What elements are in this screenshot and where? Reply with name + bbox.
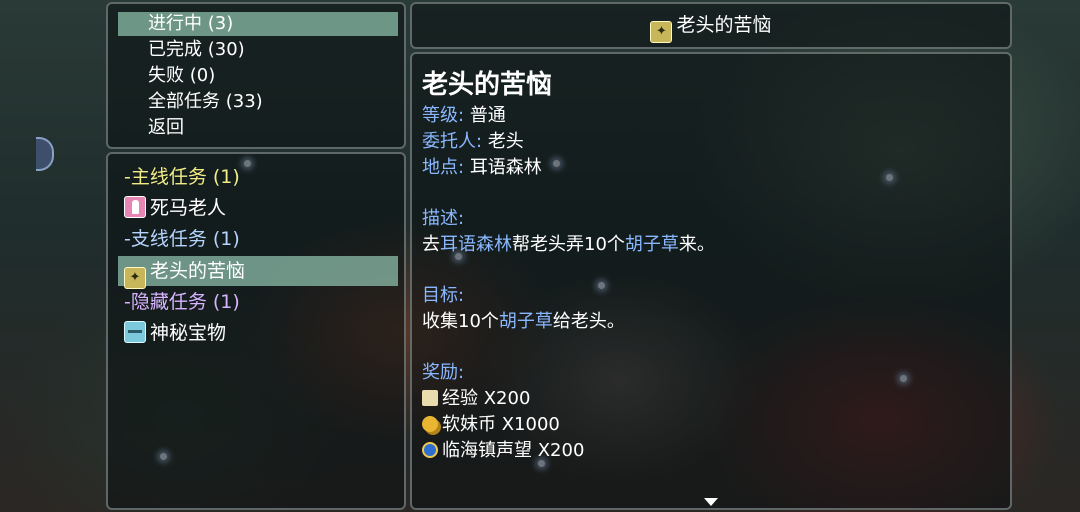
quest-title-heading: ✦ 老头的苦恼 — [412, 4, 1010, 47]
description-item-link: 胡子草 — [624, 234, 679, 255]
description-label: 描述: — [422, 208, 465, 229]
description-location-link: 耳语森林 — [440, 234, 512, 255]
quest-scroll-icon: ✦ — [650, 21, 673, 43]
quest-detail-panel: 老头的苦恼 等级: 普通 委托人: 老头 地点: 耳语森林 描述: 去耳语森林帮… — [410, 52, 1012, 510]
scroll-down-arrow-icon[interactable] — [704, 498, 718, 506]
side-quest-header[interactable]: -支线任务 (1) — [118, 224, 398, 254]
quest-list-panel: -主线任务 (1) 死马老人 -支线任务 (1) ✦ 老头的苦恼 -隐藏任务 (1… — [106, 152, 406, 510]
quest-item-main[interactable]: 死马老人 — [118, 193, 398, 223]
category-in-progress[interactable]: 进行中 (3) — [118, 12, 398, 36]
client-label: 委托人: — [422, 131, 483, 152]
level-value: 普通 — [469, 105, 506, 126]
quest-item-label: 死马老人 — [150, 197, 227, 219]
quest-item-side[interactable]: ✦ 老头的苦恼 — [118, 256, 398, 289]
reward-item-reputation: 临海镇声望 X200 — [422, 436, 584, 462]
treasure-chest-icon — [124, 321, 146, 343]
exp-scroll-icon — [422, 390, 438, 406]
quest-item-label: 老头的苦恼 — [150, 260, 246, 282]
quest-scroll-icon: ✦ — [124, 267, 146, 289]
reward-item-coin: 软妹币 X1000 — [422, 410, 560, 436]
location-value: 耳语森林 — [469, 157, 542, 178]
goal-part: 给老头。 — [552, 311, 625, 332]
back-button[interactable]: 返回 — [118, 116, 398, 140]
description-part: 来。 — [678, 234, 715, 255]
reward-item-exp: 经验 X200 — [422, 384, 530, 410]
quest-title-bar: ✦ 老头的苦恼 — [410, 2, 1012, 49]
goal-text: 收集10个胡子草给老头。 — [422, 307, 625, 333]
category-panel: 进行中 (3) 已完成 (30) 失败 (0) 全部任务 (33) 返回 — [106, 2, 406, 149]
quest-item-label: 神秘宝物 — [150, 322, 227, 344]
hidden-quest-header[interactable]: -隐藏任务 (1) — [118, 287, 398, 317]
quest-item-hidden[interactable]: 神秘宝物 — [118, 318, 398, 348]
location-line: 地点: 耳语森林 — [422, 153, 542, 179]
client-value: 老头 — [487, 131, 524, 152]
level-label: 等级: — [422, 105, 465, 126]
coin-icon — [422, 416, 438, 432]
reward-text: 经验 X200 — [442, 388, 531, 409]
location-label: 地点: — [422, 157, 465, 178]
goal-label: 目标: — [422, 285, 465, 306]
person-icon — [124, 196, 146, 218]
main-quest-header[interactable]: -主线任务 (1) — [118, 162, 398, 192]
category-failed[interactable]: 失败 (0) — [118, 64, 398, 88]
category-all-quests[interactable]: 全部任务 (33) — [118, 90, 398, 114]
level-line: 等级: 普通 — [422, 101, 506, 127]
description-part: 帮老头弄10个 — [512, 234, 625, 255]
category-completed[interactable]: 已完成 (30) — [118, 38, 398, 62]
quest-title-text: 老头的苦恼 — [676, 14, 772, 36]
goal-item-link: 胡子草 — [498, 311, 553, 332]
reward-text: 软妹币 X1000 — [442, 414, 560, 435]
description-part: 去 — [422, 234, 440, 255]
reward-text: 临海镇声望 X200 — [442, 440, 585, 461]
client-line: 委托人: 老头 — [422, 127, 524, 153]
reputation-icon — [422, 442, 438, 458]
description-text: 去耳语森林帮老头弄10个胡子草来。 — [422, 230, 715, 256]
reward-label: 奖励: — [422, 362, 465, 383]
goal-part: 收集10个 — [422, 311, 499, 332]
detail-title: 老头的苦恼 — [422, 70, 553, 100]
